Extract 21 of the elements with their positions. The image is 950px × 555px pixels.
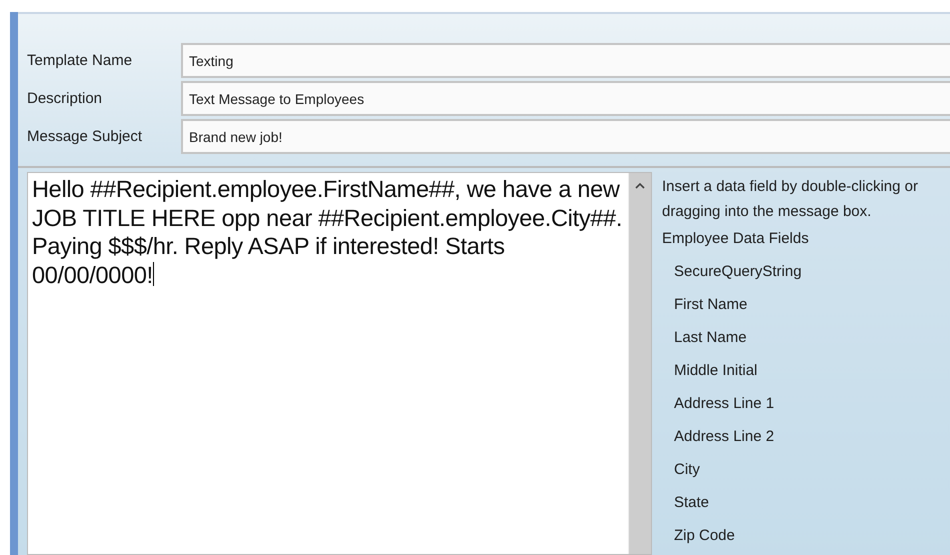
data-field-item[interactable]: SecureQueryString xyxy=(662,255,950,288)
data-field-item[interactable]: Address Line 1 xyxy=(662,387,950,420)
input-field[interactable]: Brand new job! xyxy=(181,119,950,154)
data-field-item[interactable]: Last Name xyxy=(662,321,950,354)
message-box[interactable]: Hello ##Recipient.employee.FirstName##, we have a new JOB TITLE HERE opp near ##Recipient.employee.City##. Paying $$$/hr. Reply ASAP if interested! Starts 00/00/0000! xyxy=(27,172,652,555)
group-heading: Employee Data Fields xyxy=(662,230,810,247)
field-label: Template Name xyxy=(27,52,134,69)
data-field-item[interactable]: Middle Initial xyxy=(662,354,950,387)
scroll-up-icon[interactable] xyxy=(635,182,645,189)
data-field-item[interactable]: Zip Code xyxy=(662,519,950,552)
field-label: Message Subject xyxy=(27,128,144,145)
instruction-text: Insert a data field by double-clicking or dragging into the message box. xyxy=(662,177,919,222)
input-field[interactable]: Text Message to Employees xyxy=(181,81,950,116)
data-field-item[interactable]: City xyxy=(662,453,950,486)
data-field-item[interactable]: Address Line 2 xyxy=(662,420,950,453)
input-field[interactable]: Texting xyxy=(181,43,950,78)
data-field-item[interactable]: State xyxy=(662,486,950,519)
data-field-item[interactable]: First Name xyxy=(662,288,950,321)
field-label: Description xyxy=(27,90,104,107)
scrollbar[interactable] xyxy=(628,173,651,554)
message-text: Hello ##Recipient.employee.FirstName##, we have a new JOB TITLE HERE opp near ##Recipient.employee.City##. Paying $$$/hr. Reply ASAP if interested! Starts 00/00/0000! xyxy=(31,175,624,290)
